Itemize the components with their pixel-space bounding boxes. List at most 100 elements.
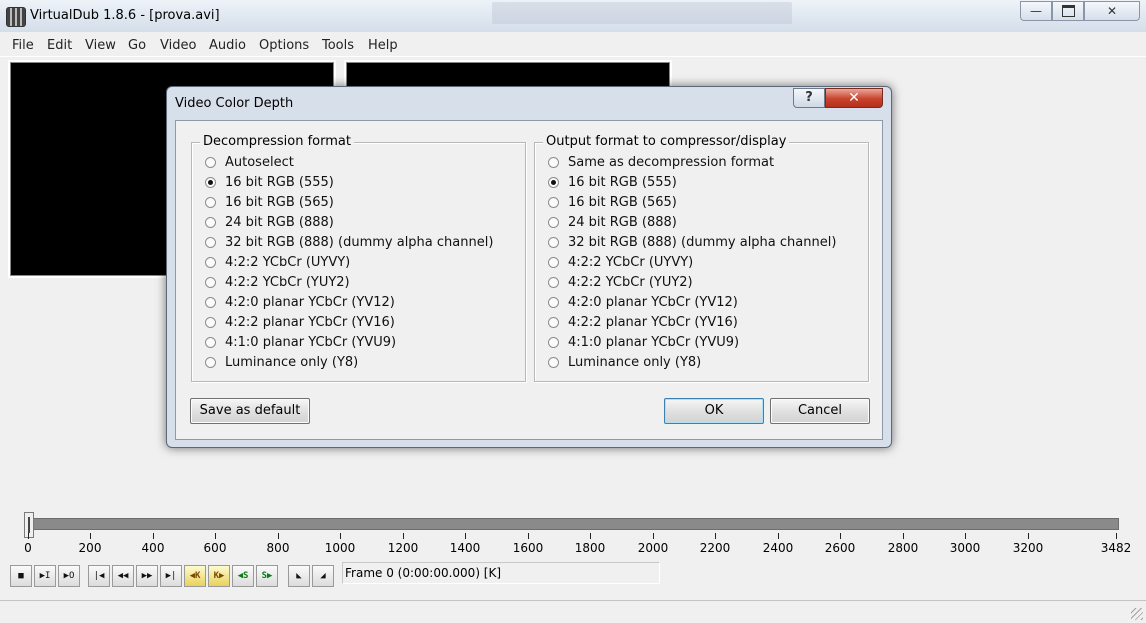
timeline-position-thumb[interactable] [24, 512, 34, 538]
close-icon: ✕ [1106, 4, 1118, 18]
decompression-radio-label: Luminance only (Y8) [225, 355, 359, 370]
go-end-icon: ▶| [165, 571, 177, 581]
next-keyframe-icon: ▶▶ [141, 571, 153, 581]
radio-button-icon[interactable] [205, 357, 216, 368]
help-icon: ? [805, 90, 813, 105]
timeline-tick [778, 533, 779, 539]
close-window-button[interactable]: ✕ [1084, 1, 1140, 21]
timeline-tick [590, 533, 591, 539]
timeline-tick-label: 1400 [449, 541, 481, 555]
menu-edit[interactable]: Edit [47, 38, 72, 53]
mark-out-button[interactable]: ◢ [312, 565, 334, 587]
scene-back-button[interactable]: ◀S [232, 565, 254, 587]
radio-button-icon[interactable] [548, 337, 559, 348]
radio-button-icon[interactable] [548, 277, 559, 288]
menu-file[interactable]: File [12, 38, 34, 53]
virtualdub-app-icon[interactable] [6, 7, 26, 27]
output-radio-label: 4:2:2 planar YCbCr (YV16) [568, 315, 738, 330]
radio-button-icon[interactable] [548, 257, 559, 268]
radio-button-icon[interactable] [205, 297, 216, 308]
radio-button-icon[interactable] [548, 237, 559, 248]
play-input-icon: ▶I [39, 571, 51, 581]
mark-out-icon: ◢ [320, 571, 326, 581]
prev-keyframe-icon: ◀◀ [117, 571, 129, 581]
stop-button[interactable]: ■ [10, 565, 32, 587]
timeline-tick [903, 533, 904, 539]
prev-key-button[interactable]: ◀K [184, 565, 206, 587]
menu-view[interactable]: View [85, 38, 116, 53]
scene-forward-icon: S▶ [261, 571, 273, 581]
timeline-tick-label: 600 [203, 541, 227, 555]
menu-tools[interactable]: Tools [322, 38, 354, 53]
radio-button-icon[interactable] [205, 177, 216, 188]
window-title: VirtualDub 1.8.6 - [prova.avi] [30, 8, 220, 23]
dialog-help-button[interactable]: ? [793, 88, 825, 108]
decompression-radio-label: 32 bit RGB (888) (dummy alpha channel) [225, 235, 494, 250]
timeline-tick-label: 2600 [824, 541, 856, 555]
timeline-tick [215, 533, 216, 539]
timeline-tick-label: 2400 [762, 541, 794, 555]
radio-button-icon[interactable] [548, 317, 559, 328]
output-radio-label: 4:2:2 YCbCr (YUY2) [568, 275, 693, 290]
radio-button-icon[interactable] [205, 337, 216, 348]
next-key-button[interactable]: K▶ [208, 565, 230, 587]
radio-button-icon[interactable] [548, 357, 559, 368]
timeline-tick-label: 1000 [324, 541, 356, 555]
timeline-tick [840, 533, 841, 539]
radio-button-icon[interactable] [205, 197, 216, 208]
timeline-tick [90, 533, 91, 539]
scene-forward-button[interactable]: S▶ [256, 565, 278, 587]
radio-button-icon[interactable] [548, 177, 559, 188]
timeline-tick-label: 1600 [512, 541, 544, 555]
mark-in-button[interactable]: ◣ [288, 565, 310, 587]
timeline-tick-label: 800 [266, 541, 290, 555]
radio-button-icon[interactable] [205, 277, 216, 288]
play-output-icon: ▶O [63, 571, 75, 581]
radio-button-icon[interactable] [548, 157, 559, 168]
radio-button-icon[interactable] [205, 317, 216, 328]
go-end-button[interactable]: ▶| [160, 565, 182, 587]
mark-in-icon: ◣ [296, 571, 302, 581]
output-radio-label: 4:2:0 planar YCbCr (YV12) [568, 295, 738, 310]
timeline-tick-label: 2200 [699, 541, 731, 555]
dialog-close-button[interactable]: ✕ [825, 88, 883, 108]
timeline-tick-label: 400 [141, 541, 165, 555]
menu-video[interactable]: Video [160, 38, 196, 53]
frame-position-readout: Frame 0 (0:00:00.000) [K] [342, 562, 660, 584]
ok-button[interactable]: OK [664, 398, 764, 424]
timeline-tick [528, 533, 529, 539]
radio-button-icon[interactable] [548, 217, 559, 228]
output-radio-label: 4:1:0 planar YCbCr (YVU9) [568, 335, 740, 350]
radio-button-icon[interactable] [205, 257, 216, 268]
timeline-tick-label: 200 [78, 541, 102, 555]
resize-grip-icon[interactable] [1131, 608, 1143, 620]
menu-bar: File Edit View Go Video Audio Options To… [0, 34, 1146, 57]
status-bar [0, 600, 1146, 623]
play-output-button[interactable]: ▶O [58, 565, 80, 587]
menu-go[interactable]: Go [128, 38, 146, 53]
decompression-format-label: Decompression format [200, 135, 354, 149]
timeline-tick [1028, 533, 1029, 539]
output-radio-label: 24 bit RGB (888) [568, 215, 677, 230]
dialog-title: Video Color Depth [175, 96, 294, 111]
menu-help[interactable]: Help [368, 38, 398, 53]
prev-keyframe-button[interactable]: ◀◀ [112, 565, 134, 587]
radio-button-icon[interactable] [548, 197, 559, 208]
next-keyframe-button[interactable]: ▶▶ [136, 565, 158, 587]
timeline-track[interactable] [26, 518, 1119, 530]
minimize-button[interactable]: — [1020, 1, 1052, 21]
radio-button-icon[interactable] [548, 297, 559, 308]
output-radio-label: 32 bit RGB (888) (dummy alpha channel) [568, 235, 837, 250]
play-input-button[interactable]: ▶I [34, 565, 56, 587]
menu-options[interactable]: Options [259, 38, 309, 53]
menu-audio[interactable]: Audio [209, 38, 246, 53]
go-start-button[interactable]: |◀ [88, 565, 110, 587]
timeline-tick [715, 533, 716, 539]
timeline-tick [278, 533, 279, 539]
radio-button-icon[interactable] [205, 237, 216, 248]
cancel-button[interactable]: Cancel [770, 398, 870, 424]
radio-button-icon[interactable] [205, 217, 216, 228]
radio-button-icon[interactable] [205, 157, 216, 168]
save-as-default-button[interactable]: Save as default [190, 398, 310, 424]
maximize-button[interactable] [1052, 1, 1084, 21]
